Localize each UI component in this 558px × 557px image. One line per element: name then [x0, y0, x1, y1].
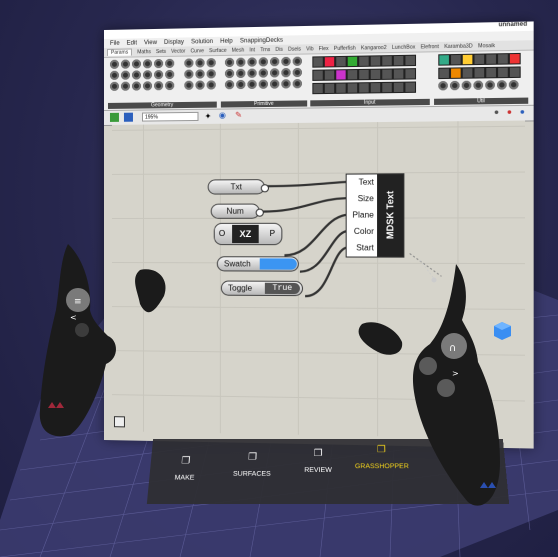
tab-kangaroo2[interactable]: Kangaroo2	[361, 44, 387, 51]
tab-elefront[interactable]: Elefront	[421, 43, 439, 50]
zoom-field[interactable]: 195%	[141, 111, 199, 122]
component-ribbon: Geometry Primitive Input Util	[104, 50, 534, 111]
mdsk-input-plane[interactable]: Plane	[347, 207, 377, 223]
left-vr-controller: ≡ <	[39, 244, 166, 437]
ribbon-group-label-geometry: Geometry	[107, 101, 217, 109]
svg-text:≡: ≡	[74, 297, 82, 307]
swatch-color-chip[interactable]	[259, 258, 297, 270]
tab-lunchbox[interactable]: LunchBox	[392, 44, 415, 51]
svg-text:∩: ∩	[449, 343, 456, 354]
tab-mesh[interactable]: Mesh	[232, 47, 245, 53]
geometry-extra-icons[interactable]	[184, 58, 216, 90]
text-panel-param[interactable]: Txt	[207, 179, 269, 195]
tab-flex[interactable]: Flex	[319, 45, 329, 51]
ribbon-group-label-primitive: Primitive	[220, 100, 308, 108]
boolean-toggle-param[interactable]: Toggle True	[220, 280, 304, 297]
tab-params[interactable]: Params	[106, 48, 133, 56]
mdsk-component-name: MDSK Text	[377, 174, 404, 257]
number-panel-param[interactable]: Num	[210, 203, 264, 219]
primitive-component-icons[interactable]	[224, 56, 302, 90]
toggle-value[interactable]: True	[264, 282, 300, 295]
tab-pufferfish[interactable]: Pufferfish	[334, 45, 356, 52]
tab-sets[interactable]: Sets	[156, 48, 166, 54]
toggle-label: Toggle	[228, 283, 253, 293]
xz-plane-output[interactable]: P	[270, 229, 275, 238]
text-panel-label: Txt	[230, 182, 242, 192]
input-component-icons[interactable]	[312, 54, 417, 95]
mdsk-input-start[interactable]: Start	[347, 240, 377, 256]
tab-curve[interactable]: Curve	[190, 48, 204, 54]
vr-scene: unnamed File Edit View Display Solution …	[0, 0, 558, 557]
colour-swatch-param[interactable]: Swatch	[216, 256, 299, 272]
wire-display-icon[interactable]: ●	[494, 107, 499, 116]
xz-origin-input[interactable]: O	[219, 229, 225, 238]
preview-mode-icon[interactable]: ●	[507, 107, 512, 116]
util-component-icons[interactable]	[438, 52, 521, 91]
menu-item-file[interactable]: File	[110, 40, 120, 46]
tab-mosaik[interactable]: Mosaik	[478, 42, 495, 49]
save-file-icon[interactable]	[123, 112, 133, 122]
display-mode-icon[interactable]: ●	[520, 107, 525, 116]
ribbon-group-label-util: Util	[434, 97, 529, 105]
swatch-label: Swatch	[223, 259, 251, 269]
sketch-tool-icon[interactable]: ✦	[205, 112, 212, 121]
xz-plane-component[interactable]: O XZ P	[213, 222, 283, 246]
document-title: unnamed	[498, 21, 528, 29]
right-menu-button[interactable]	[419, 357, 437, 375]
tab-surface[interactable]: Surface	[209, 47, 227, 53]
menu-item-display[interactable]: Display	[164, 39, 184, 45]
menu-item-review-label: REVIEW	[304, 467, 332, 474]
ribbon-group-label-input: Input	[310, 98, 430, 107]
tab-dis[interactable]: Dis	[275, 46, 282, 52]
menu-item-make-label: MAKE	[174, 474, 195, 482]
mdsk-text-component[interactable]: Text Size Plane Color Start MDSK Text	[345, 173, 405, 258]
mdsk-input-color[interactable]: Color	[347, 224, 377, 240]
svg-text:<: <	[70, 313, 77, 322]
xz-plane-icon: XZ	[232, 224, 259, 244]
mdsk-input-text[interactable]: Text	[347, 174, 377, 191]
tab-vector[interactable]: Vector	[171, 48, 185, 54]
left-trigger-button[interactable]	[75, 323, 89, 337]
menu-item-snappingdecks[interactable]: SnappingDecks	[240, 37, 283, 44]
mdsk-input-size[interactable]: Size	[347, 191, 377, 208]
menu-item-solution[interactable]: Solution	[191, 38, 213, 44]
tab-trns[interactable]: Trns	[260, 47, 270, 53]
menu-item-edit[interactable]: Edit	[127, 40, 137, 46]
tab-karamba3d[interactable]: Karamba3D	[444, 43, 472, 50]
tab-vib[interactable]: Vib	[306, 46, 313, 52]
menu-item-view[interactable]: View	[144, 39, 157, 45]
tab-dsels[interactable]: Dsels	[288, 46, 301, 52]
open-file-icon[interactable]	[109, 112, 119, 122]
right-grip-button[interactable]	[437, 379, 455, 397]
tab-maths[interactable]: Maths	[137, 49, 151, 55]
mdsk-input-list: Text Size Plane Color Start	[347, 174, 377, 256]
tab-int[interactable]: Int	[249, 47, 255, 53]
number-panel-label: Num	[226, 206, 244, 216]
preview-eye-icon[interactable]: ◉	[219, 111, 226, 120]
right-vr-controller: ∩ >	[358, 264, 500, 506]
geometry-component-icons[interactable]	[109, 58, 175, 91]
menu-item-surfaces-label: SURFACES	[232, 471, 271, 478]
svg-text:>: >	[452, 369, 459, 378]
pen-tool-icon[interactable]: ✎	[235, 110, 242, 119]
menu-item-help[interactable]: Help	[220, 38, 233, 44]
